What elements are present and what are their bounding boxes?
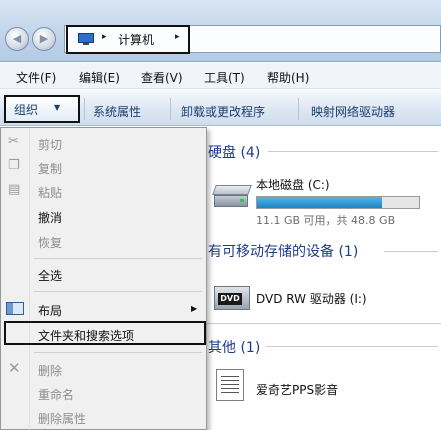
copy-icon: ❐ <box>8 158 20 173</box>
disk-usage-fill <box>257 197 382 208</box>
group-divider <box>266 346 438 347</box>
menu-item-delete[interactable]: 删除 <box>38 362 62 379</box>
menu-icon-gutter <box>29 128 30 430</box>
menu-item-copy[interactable]: 复制 <box>38 160 62 177</box>
local-disk-c-name[interactable]: 本地磁盘 (C:) <box>256 176 330 193</box>
iqiyi-pps-name[interactable]: 爱奇艺PPS影音 <box>256 381 338 398</box>
menu-tools[interactable]: 工具(T) <box>204 69 245 86</box>
system-properties-button[interactable]: 系统属性 <box>93 103 141 120</box>
uninstall-program-button[interactable]: 卸载或更改程序 <box>181 103 265 120</box>
scissors-icon: ✂ <box>8 134 19 149</box>
group-divider <box>384 251 438 252</box>
hard-drive-icon[interactable] <box>212 183 252 209</box>
menu-item-select-all[interactable]: 全选 <box>38 267 62 284</box>
group-header-hard-disks[interactable]: 硬盘 (4) <box>208 142 260 162</box>
group-divider <box>268 151 438 152</box>
command-divider <box>298 98 299 120</box>
local-disk-c-space: 11.1 GB 可用，共 48.8 GB <box>256 214 396 227</box>
menu-file[interactable]: 文件(F) <box>16 69 56 86</box>
disk-usage-bar <box>256 196 420 209</box>
group-header-other[interactable]: 其他 (1) <box>208 337 260 357</box>
forward-arrow-icon: ▶ <box>39 32 49 45</box>
back-arrow-icon: ◀ <box>12 32 22 45</box>
menu-item-undo[interactable]: 撤消 <box>38 209 62 226</box>
menu-item-paste[interactable]: 粘贴 <box>38 184 62 201</box>
forward-button[interactable]: ▶ <box>32 27 56 51</box>
app-shortcut-icon[interactable] <box>216 369 244 401</box>
menu-item-remove-properties[interactable]: 删除属性 <box>38 410 86 427</box>
group-header-removable[interactable]: 有可移动存储的设备 (1) <box>208 241 358 261</box>
command-divider <box>170 98 171 120</box>
group-divider <box>207 323 441 324</box>
menu-item-redo[interactable]: 恢复 <box>38 234 62 251</box>
layout-icon <box>6 302 24 315</box>
menu-help[interactable]: 帮助(H) <box>267 69 309 86</box>
menu-separator <box>34 291 202 292</box>
menu-separator <box>34 352 202 353</box>
command-divider <box>84 98 85 120</box>
dvd-drive-name[interactable]: DVD RW 驱动器 (I:) <box>256 290 367 307</box>
back-button[interactable]: ◀ <box>5 27 29 51</box>
organize-dropdown-menu <box>0 127 207 430</box>
menu-item-rename[interactable]: 重命名 <box>38 386 74 403</box>
menu-item-layout[interactable]: 布局 <box>38 302 62 319</box>
address-highlight-box <box>66 25 190 54</box>
menu-item-cut[interactable]: 剪切 <box>38 136 62 153</box>
delete-icon: ✕ <box>8 359 21 377</box>
organize-label[interactable]: 组织 <box>14 101 38 118</box>
menu-separator <box>34 258 202 259</box>
folder-options-highlight-box <box>4 321 206 345</box>
submenu-arrow-icon: ▶ <box>191 304 198 313</box>
dvd-drive-icon[interactable]: DVD <box>214 282 250 312</box>
dvd-badge: DVD <box>218 293 242 305</box>
map-network-drive-button[interactable]: 映射网络驱动器 <box>311 103 395 120</box>
paste-icon: ▤ <box>8 182 21 197</box>
menu-edit[interactable]: 编辑(E) <box>79 69 120 86</box>
dropdown-arrow-icon[interactable]: ▼ <box>54 103 60 112</box>
menu-view[interactable]: 查看(V) <box>141 69 183 86</box>
